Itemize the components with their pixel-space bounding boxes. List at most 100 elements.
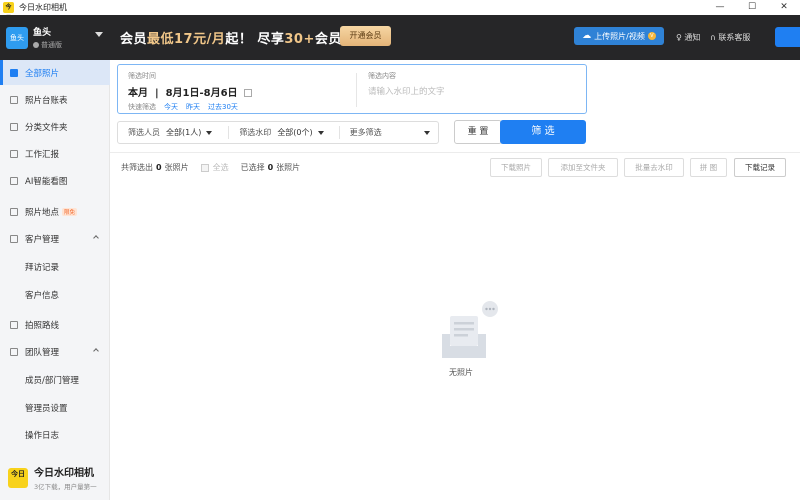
batch-remove-watermark-button[interactable]: 批量去水印 [624, 158, 684, 177]
sidebar-item-label: 客户信息 [25, 290, 60, 301]
quick-last-30-days[interactable]: 过去30天 [208, 102, 238, 112]
sidebar-item-visit-records[interactable]: 拜访记录 [0, 254, 110, 279]
caret-down-icon [95, 32, 103, 37]
empty-inbox-icon [442, 301, 498, 358]
watermark-filter-dropdown[interactable]: 筛选水印 全部(0个) [229, 121, 338, 144]
notify-label: 通知 [684, 33, 701, 42]
selected-suffix: 张照片 [276, 163, 301, 172]
download-photos-button[interactable]: 下载照片 [490, 158, 542, 177]
content-filter-label: 筛选内容 [368, 72, 396, 80]
window-controls: — ☐ ✕ [704, 0, 800, 15]
account-level: 普通版 [33, 40, 62, 50]
partial-blue-button[interactable] [775, 27, 800, 47]
select-all-label[interactable]: 全选 [213, 162, 229, 173]
found-prefix: 共筛选出 [121, 163, 153, 172]
main-content: 筛选时间 本月 | 8月1日-8月6日 快速筛选 今天 昨天 过去30天 筛选内… [110, 60, 800, 500]
apply-filter-button[interactable]: 筛 选 [500, 120, 586, 144]
account-switcher[interactable]: 鱼头 鱼头 普通版 [0, 15, 110, 60]
bulb-icon: ♀ [676, 33, 682, 42]
top-header: 鱼头 鱼头 普通版 会员最低17元/月起！ 尽享30+会员权益 开通会员 ☁ 上… [0, 15, 800, 60]
range-prefix: 本月 [128, 88, 148, 99]
calendar-icon [243, 89, 252, 97]
filter-panel: 筛选时间 本月 | 8月1日-8月6日 快速筛选 今天 昨天 过去30天 筛选内… [117, 64, 587, 114]
download-records-button[interactable]: 下载记录 [734, 158, 786, 177]
window-titlebar: 今日 今日水印相机 — ☐ ✕ [0, 0, 800, 22]
sidebar-item-folders[interactable]: 分类文件夹 [0, 114, 110, 139]
quick-yesterday[interactable]: 昨天 [186, 102, 200, 112]
select-all-checkbox[interactable] [200, 163, 209, 172]
notification-button[interactable]: ♀ 通知 [676, 32, 700, 43]
avatar: 鱼头 [6, 26, 28, 49]
sidebar-item-photo-route[interactable]: 拍照路线 [0, 312, 110, 337]
selected-prefix: 已选择 [240, 163, 265, 172]
maximize-button[interactable]: ☐ [736, 0, 768, 15]
sidebar-item-team-management[interactable]: 团队管理 [0, 339, 110, 364]
person-filter-label: 筛选人员 [128, 128, 160, 137]
free-badge: 限免 [62, 207, 78, 216]
customer-service-button[interactable]: ∩ 联系客服 [710, 32, 750, 43]
open-membership-button[interactable]: 开通会员 [340, 26, 391, 46]
found-count: 0 [156, 163, 162, 172]
person-filter-dropdown[interactable]: 筛选人员 全部(1人) [118, 121, 228, 144]
sidebar-item-label: 团队管理 [25, 347, 60, 358]
divider [356, 73, 357, 107]
level-icon [33, 42, 39, 48]
collage-button[interactable]: 拼 图 [690, 158, 727, 177]
empty-state-illustration [440, 300, 504, 365]
sidebar-item-all-photos[interactable]: 全部照片 [0, 60, 110, 85]
sidebar-item-photo-ledger[interactable]: 照片台账表 [0, 87, 110, 112]
sidebar-item-label: 客户管理 [25, 234, 60, 245]
sidebar-item-admin-settings[interactable]: 管理员设置 [0, 395, 110, 420]
photo-icon [10, 68, 18, 77]
quick-filter-label: 快速筛选 [128, 103, 156, 111]
location-icon [10, 207, 18, 216]
minimize-button[interactable]: — [704, 0, 736, 15]
sidebar-item-label: AI智能看图 [25, 176, 68, 187]
account-level-label: 普通版 [41, 41, 62, 49]
sidebar-item-operation-log[interactable]: 操作日志 [0, 422, 110, 447]
person-filter-value: 全部(1人) [166, 128, 202, 137]
quick-filter: 快速筛选 今天 昨天 过去30天 [128, 102, 238, 112]
sidebar-item-customer-info[interactable]: 客户信息 [0, 282, 110, 307]
result-summary: 共筛选出 0 张照片 全选 已选择 0 张照片 [121, 162, 300, 173]
found-suffix: 张照片 [164, 163, 189, 172]
membership-promo: 会员最低17元/月起！ 尽享30+会员权益 [120, 28, 369, 47]
reset-button[interactable]: 重 置 [454, 120, 502, 144]
watermark-text-input[interactable]: 请输入水印上的文字 [368, 85, 445, 97]
sidebar-item-label: 拜访记录 [25, 262, 60, 273]
sidebar: 全部照片 照片台账表 分类文件夹 工作汇报 AI智能看图 照片地点 限免 客户管理… [0, 60, 110, 500]
add-to-folder-button[interactable]: 添加至文件夹 [548, 158, 618, 177]
date-range-picker[interactable]: 本月 | 8月1日-8月6日 [128, 84, 252, 99]
time-filter-label: 筛选时间 [128, 72, 156, 80]
sidebar-item-ai-view[interactable]: AI智能看图 [0, 168, 110, 193]
window-title: 今日水印相机 [19, 3, 67, 12]
caret-down-icon [317, 130, 324, 135]
vip-icon: V [647, 32, 656, 40]
sidebar-item-members[interactable]: 成员/部门管理 [0, 367, 110, 392]
caret-down-icon [206, 130, 213, 135]
brand-logo: 今日 [8, 467, 28, 488]
app-logo: 今日 [3, 2, 14, 22]
report-icon [10, 149, 18, 158]
folder-icon [10, 122, 18, 131]
date-range-value: 8月1日-8月6日 [165, 88, 238, 99]
sidebar-item-label: 全部照片 [25, 68, 60, 79]
service-label: 联系客服 [718, 33, 751, 42]
customer-icon [10, 234, 18, 243]
quick-today[interactable]: 今天 [164, 102, 178, 112]
upload-button[interactable]: ☁ 上传照片/视频 V [574, 27, 664, 45]
sidebar-item-photo-location[interactable]: 照片地点 限免 [0, 199, 110, 224]
sidebar-item-work-report[interactable]: 工作汇报 [0, 141, 110, 166]
promo-middle: 起！ 尽享 [225, 32, 285, 47]
ai-icon [10, 176, 18, 185]
brand-slogan: 3亿下载，用户量第一 [34, 483, 97, 491]
team-icon [10, 347, 18, 356]
sidebar-item-label: 管理员设置 [25, 403, 68, 414]
more-filters-dropdown[interactable]: 更多筛选 [340, 121, 438, 144]
divider [110, 152, 800, 153]
sidebar-item-customer-management[interactable]: 客户管理 [0, 226, 110, 251]
promo-count: 30+ [284, 32, 315, 47]
sidebar-item-label: 成员/部门管理 [25, 375, 79, 386]
close-button[interactable]: ✕ [768, 0, 800, 15]
chevron-up-icon [93, 348, 99, 354]
